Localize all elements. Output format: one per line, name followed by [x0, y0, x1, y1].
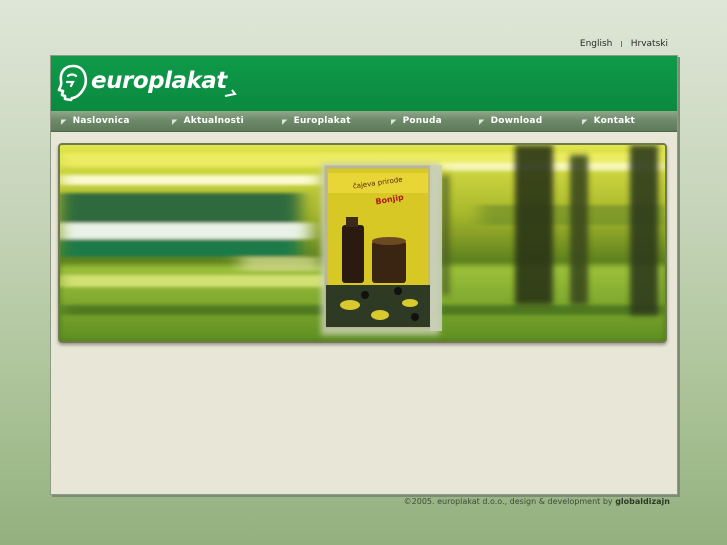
- language-english-link[interactable]: English: [580, 39, 613, 49]
- head-profile-icon: [57, 64, 88, 102]
- nav-item-label: Europlakat: [293, 116, 351, 126]
- nav-item-download[interactable]: ◤ Download: [479, 111, 542, 131]
- nav-arrow-icon: ◤: [479, 118, 485, 126]
- footer-copyright: ©2005. europlakat d.o.o., design & devel…: [403, 497, 613, 506]
- nav-item-label: Kontakt: [593, 116, 636, 126]
- nav-item-label: Ponuda: [402, 116, 442, 126]
- nav-arrow-icon: ◤: [391, 118, 397, 126]
- page-frame: europlakat ◤ Naslovnica ◤ Aktualnosti ◤ …: [50, 55, 678, 495]
- logo-text: europlakat: [91, 68, 227, 94]
- site-header: europlakat: [51, 56, 677, 111]
- nav-item-naslovnica[interactable]: ◤ Naslovnica: [61, 111, 130, 131]
- footer-credit-link[interactable]: globaldizajn: [615, 497, 670, 506]
- main-navigation: ◤ Naslovnica ◤ Aktualnosti ◤ Europlakat …: [51, 111, 677, 132]
- logo[interactable]: europlakat: [57, 64, 237, 102]
- nav-item-label: Naslovnica: [72, 116, 130, 126]
- footer: ©2005. europlakat d.o.o., design & devel…: [404, 497, 670, 506]
- hero-banner-image: čajeva prirode Bonjip: [60, 145, 665, 341]
- nav-item-ponuda[interactable]: ◤ Ponuda: [391, 111, 442, 131]
- language-bar: English I Hrvatski: [580, 39, 668, 49]
- nav-item-label: Download: [490, 116, 543, 126]
- nav-arrow-icon: ◤: [172, 118, 178, 126]
- nav-arrow-icon: ◤: [282, 118, 288, 126]
- logo-swoosh: [224, 89, 237, 97]
- nav-item-label: Aktualnosti: [183, 116, 244, 126]
- hero-banner: čajeva prirode Bonjip: [58, 143, 667, 343]
- nav-arrow-icon: ◤: [582, 118, 588, 126]
- language-separator: I: [620, 39, 623, 49]
- nav-item-europlakat[interactable]: ◤ Europlakat: [282, 111, 351, 131]
- language-croatian-link[interactable]: Hrvatski: [631, 39, 668, 49]
- nav-item-aktualnosti[interactable]: ◤ Aktualnosti: [172, 111, 244, 131]
- nav-arrow-icon: ◤: [61, 118, 67, 126]
- nav-item-kontakt[interactable]: ◤ Kontakt: [582, 111, 635, 131]
